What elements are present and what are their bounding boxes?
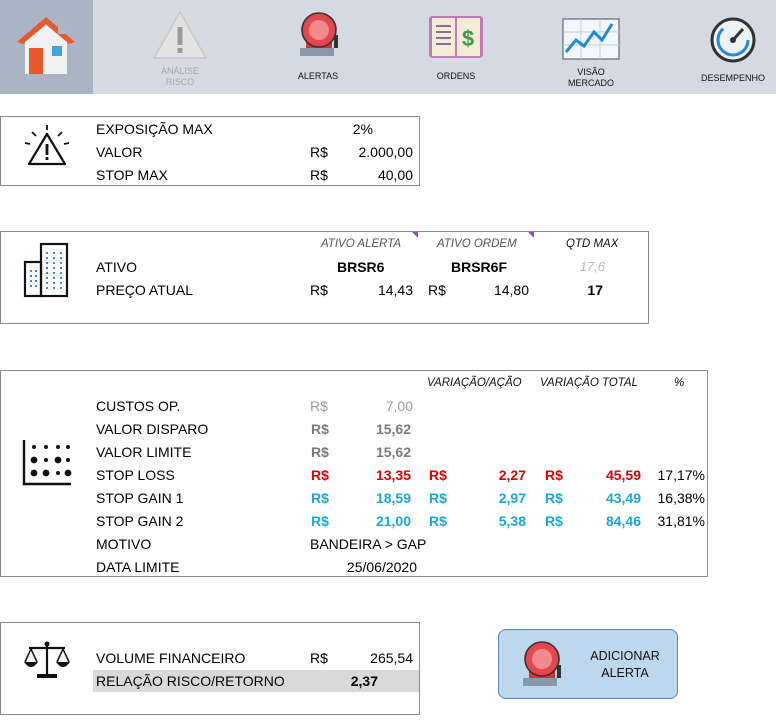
home-icon: [17, 17, 75, 74]
level-row-var: 2,97: [498, 490, 526, 506]
level-row-currency: R$: [310, 398, 328, 414]
level-row-label: VALOR LIMITE: [96, 444, 192, 460]
risk-panel: EXPOSIÇÃO MAX 2% VALOR R$ 2.000,00 STOP …: [0, 116, 420, 186]
level-row-label: STOP LOSS: [96, 467, 175, 483]
ratio-label: RELAÇÃO RISCO/RETORNO: [96, 673, 285, 689]
level-row-total: 45,59: [605, 467, 641, 483]
level-row-value[interactable]: 21,00: [341, 513, 411, 529]
alarm-bell-icon: [523, 641, 561, 686]
header-ativo-alerta: ATIVO ALERTA: [321, 238, 402, 250]
level-row-pct: 16,38%: [657, 490, 705, 506]
warning-icon: [152, 10, 208, 59]
volume-panel: VOLUME FINANCEIRO R$ 265,54 RELAÇÃO RISC…: [0, 622, 420, 715]
level-row-total: 84,46: [605, 513, 641, 529]
stop-max-currency: R$: [310, 167, 328, 183]
qtd-max-value: 17: [587, 282, 603, 298]
level-row-label: STOP GAIN 1: [96, 490, 184, 506]
level-row-var: 2,27: [498, 467, 526, 483]
motivo-label: MOTIVO: [96, 536, 152, 552]
balance-scale-icon: [24, 641, 70, 678]
level-row-value[interactable]: 18,59: [341, 490, 411, 506]
level-row-label: VALOR DISPARO: [96, 421, 209, 437]
level-row-label: CUSTOS OP.: [96, 398, 181, 414]
ribbon-ordens[interactable]: $ ORDENS: [421, 0, 491, 94]
level-row-pct: 31,81%: [657, 513, 705, 529]
level-row-var-currency: R$: [429, 490, 447, 506]
level-row-currency: R$: [311, 421, 329, 437]
header-ativo-ordem: ATIVO ORDEM: [437, 238, 517, 250]
level-row-currency: R$: [311, 444, 329, 460]
exposicao-value: 2%: [352, 121, 373, 137]
level-row-currency: R$: [311, 490, 329, 506]
valor-value: 2.000,00: [358, 144, 414, 160]
ribbon-analise-risco-label: ANÁLISE RISCO: [160, 66, 200, 87]
stop-max-value: 40,00: [377, 167, 413, 183]
ativo-label: ATIVO: [96, 259, 137, 275]
levels-panel: VARIAÇÃO/AÇÃO VARIAÇÃO TOTAL % CUSTOS OP…: [0, 370, 708, 577]
header-percent: %: [674, 377, 685, 389]
qtd-max-hint: 17,6: [579, 259, 605, 274]
asset-panel: ATIVO ALERTA ATIVO ORDEM QTD MAX 17,6 AT…: [0, 231, 649, 324]
ribbon-ordens-label: ORDENS: [436, 71, 476, 81]
volume-label: VOLUME FINANCEIRO: [96, 650, 246, 666]
ratio-value: 2,37: [350, 673, 378, 689]
ribbon-alertas-label: ALERTAS: [297, 71, 339, 81]
ribbon-visao-mercado-label: VISÃO MERCADO: [567, 67, 614, 88]
ativo-ordem-value[interactable]: BRSR6F: [451, 259, 507, 275]
level-row-total-currency: R$: [545, 490, 563, 506]
level-row-total-currency: R$: [545, 467, 563, 483]
exposicao-label: EXPOSIÇÃO MAX: [96, 121, 213, 137]
level-row-pct: 17,17%: [657, 467, 705, 483]
ribbon-desempenho[interactable]: DESEMPENHO: [700, 0, 766, 94]
top-ribbon: ANÁLISE RISCO ALERTAS $ ORDENS VISÃO MER…: [0, 0, 776, 94]
preco-ordem-value: 14,80: [493, 282, 529, 298]
level-row-value: 7,00: [385, 398, 413, 414]
comment-marker: [528, 232, 534, 238]
data-limite-value[interactable]: 25/06/2020: [321, 559, 417, 575]
preco-ordem-currency: R$: [428, 282, 446, 298]
ribbon-alertas[interactable]: ALERTAS: [288, 0, 348, 94]
level-row-var: 5,38: [498, 513, 526, 529]
preco-alerta-currency: R$: [310, 282, 328, 298]
preco-alerta-value: 14,43: [377, 282, 413, 298]
valor-label: VALOR: [96, 144, 143, 160]
motivo-value[interactable]: BANDEIRA > GAP: [310, 536, 426, 552]
ribbon-visao-mercado[interactable]: VISÃO MERCADO: [556, 0, 626, 94]
level-row-total: 43,49: [605, 490, 641, 506]
add-alert-label: ADICIONAR ALERTA: [590, 649, 660, 680]
preco-atual-label: PREÇO ATUAL: [96, 282, 193, 298]
stop-max-label: STOP MAX: [96, 167, 168, 183]
valor-currency: R$: [310, 144, 328, 160]
data-limite-label: DATA LIMITE: [96, 559, 180, 575]
svg-text:$: $: [462, 26, 474, 51]
add-alert-button[interactable]: ADICIONAR ALERTA: [498, 629, 678, 699]
level-row-total-currency: R$: [545, 513, 563, 529]
level-row-var-currency: R$: [429, 467, 447, 483]
market-chart-icon: [562, 18, 620, 60]
volume-value: 265,54: [370, 650, 413, 666]
ativo-alerta-value[interactable]: BRSR6: [337, 259, 384, 275]
alarm-bell-icon: [300, 12, 338, 56]
ribbon-analise-risco[interactable]: ANÁLISE RISCO: [140, 0, 220, 94]
home-button[interactable]: [0, 0, 93, 94]
level-row-currency: R$: [311, 467, 329, 483]
header-qtd-max: QTD MAX: [566, 238, 619, 250]
scatter-plot-icon: [22, 440, 72, 486]
level-row-currency: R$: [311, 513, 329, 529]
level-row-value[interactable]: 15,62: [341, 421, 411, 437]
header-variacao-acao: VARIAÇÃO/AÇÃO: [427, 377, 522, 389]
warning-icon: [24, 125, 70, 166]
ribbon-desempenho-label: DESEMPENHO: [700, 73, 765, 83]
comment-marker: [412, 232, 418, 238]
volume-currency: R$: [310, 650, 328, 666]
speedometer-icon: [710, 17, 756, 63]
level-row-label: STOP GAIN 2: [96, 513, 184, 529]
building-icon: [23, 242, 69, 298]
level-row-value[interactable]: 15,62: [341, 444, 411, 460]
level-row-var-currency: R$: [429, 513, 447, 529]
level-row-value[interactable]: 13,35: [341, 467, 411, 483]
ledger-book-icon: $: [429, 16, 483, 58]
header-variacao-total: VARIAÇÃO TOTAL: [540, 377, 638, 389]
